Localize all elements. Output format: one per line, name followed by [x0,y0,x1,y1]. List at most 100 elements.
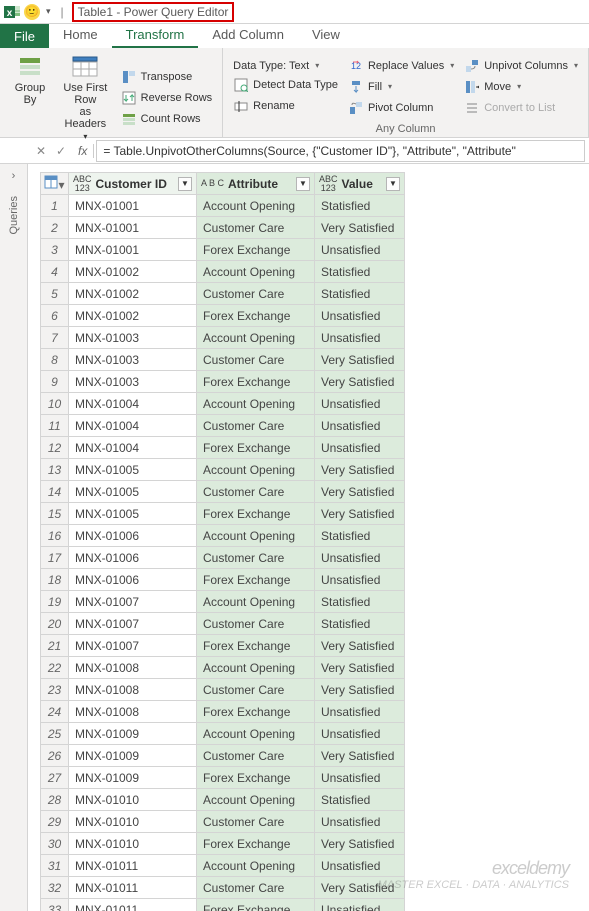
count-rows-button[interactable]: Count Rows [119,110,215,128]
row-number[interactable]: 27 [41,767,69,789]
table-row[interactable]: 10MNX-01004Account OpeningUnsatisfied [41,393,405,415]
table-row[interactable]: 31MNX-01011Account OpeningUnsatisfied [41,855,405,877]
cell-customer-id[interactable]: MNX-01003 [69,327,197,349]
cell-value[interactable]: Statisfied [315,613,405,635]
row-number[interactable]: 14 [41,481,69,503]
table-row[interactable]: 17MNX-01006Customer CareUnsatisfied [41,547,405,569]
cell-attribute[interactable]: Account Opening [197,855,315,877]
row-number[interactable]: 9 [41,371,69,393]
cell-attribute[interactable]: Account Opening [197,789,315,811]
row-number[interactable]: 33 [41,899,69,911]
filter-dropdown-icon[interactable]: ▼ [296,177,310,191]
cell-attribute[interactable]: Account Opening [197,459,315,481]
row-number[interactable]: 30 [41,833,69,855]
queries-panel[interactable]: › Queries [0,164,28,911]
cell-customer-id[interactable]: MNX-01006 [69,547,197,569]
cell-attribute[interactable]: Customer Care [197,415,315,437]
table-row[interactable]: 6MNX-01002Forex ExchangeUnsatisfied [41,305,405,327]
cell-customer-id[interactable]: MNX-01003 [69,371,197,393]
cell-value[interactable]: Very Satisfied [315,877,405,899]
table-row[interactable]: 25MNX-01009Account OpeningUnsatisfied [41,723,405,745]
qat-dropdown-icon[interactable]: ▾ [44,6,53,17]
table-row[interactable]: 2MNX-01001Customer CareVery Satisfied [41,217,405,239]
cell-attribute[interactable]: Account Opening [197,591,315,613]
cell-value[interactable]: Statisfied [315,195,405,217]
table-row[interactable]: 13MNX-01005Account OpeningVery Satisfied [41,459,405,481]
cell-value[interactable]: Unsatisfied [315,305,405,327]
cell-attribute[interactable]: Forex Exchange [197,833,315,855]
table-row[interactable]: 26MNX-01009Customer CareVery Satisfied [41,745,405,767]
table-icon-header[interactable]: ▾ [41,173,69,195]
cell-customer-id[interactable]: MNX-01008 [69,679,197,701]
col-header-attribute[interactable]: A B C Attribute ▼ [197,173,315,195]
cell-attribute[interactable]: Account Opening [197,327,315,349]
cell-customer-id[interactable]: MNX-01008 [69,657,197,679]
cell-value[interactable]: Very Satisfied [315,217,405,239]
cell-attribute[interactable]: Forex Exchange [197,305,315,327]
cell-value[interactable]: Very Satisfied [315,635,405,657]
cell-attribute[interactable]: Customer Care [197,877,315,899]
move-button[interactable]: Move▾ [462,78,580,96]
formula-cancel-icon[interactable]: ✕ [32,142,50,160]
row-number[interactable]: 16 [41,525,69,547]
cell-attribute[interactable]: Customer Care [197,613,315,635]
cell-attribute[interactable]: Customer Care [197,349,315,371]
cell-customer-id[interactable]: MNX-01005 [69,481,197,503]
table-row[interactable]: 16MNX-01006Account OpeningStatisfied [41,525,405,547]
col-header-value[interactable]: ABC 123 Value ▼ [315,173,405,195]
cell-customer-id[interactable]: MNX-01004 [69,415,197,437]
pivot-column-button[interactable]: Pivot Column [346,99,456,117]
reverse-rows-button[interactable]: Reverse Rows [119,89,215,107]
cell-attribute[interactable]: Account Opening [197,657,315,679]
cell-customer-id[interactable]: MNX-01011 [69,877,197,899]
cell-value[interactable]: Statisfied [315,283,405,305]
row-number[interactable]: 8 [41,349,69,371]
table-row[interactable]: 4MNX-01002Account OpeningStatisfied [41,261,405,283]
table-row[interactable]: 5MNX-01002Customer CareStatisfied [41,283,405,305]
cell-value[interactable]: Unsatisfied [315,239,405,261]
cell-customer-id[interactable]: MNX-01010 [69,789,197,811]
row-number[interactable]: 19 [41,591,69,613]
table-row[interactable]: 33MNX-01011Forex ExchangeUnsatisfied [41,899,405,911]
cell-value[interactable]: Very Satisfied [315,833,405,855]
cell-attribute[interactable]: Customer Care [197,547,315,569]
row-number[interactable]: 23 [41,679,69,701]
cell-attribute[interactable]: Forex Exchange [197,899,315,911]
cell-customer-id[interactable]: MNX-01001 [69,239,197,261]
cell-customer-id[interactable]: MNX-01002 [69,261,197,283]
cell-customer-id[interactable]: MNX-01003 [69,349,197,371]
row-number[interactable]: 13 [41,459,69,481]
table-row[interactable]: 18MNX-01006Forex ExchangeUnsatisfied [41,569,405,591]
cell-customer-id[interactable]: MNX-01005 [69,459,197,481]
cell-customer-id[interactable]: MNX-01001 [69,195,197,217]
row-number[interactable]: 21 [41,635,69,657]
cell-value[interactable]: Unsatisfied [315,855,405,877]
table-row[interactable]: 3MNX-01001Forex ExchangeUnsatisfied [41,239,405,261]
row-number[interactable]: 7 [41,327,69,349]
cell-value[interactable]: Statisfied [315,525,405,547]
table-row[interactable]: 27MNX-01009Forex ExchangeUnsatisfied [41,767,405,789]
cell-attribute[interactable]: Customer Care [197,217,315,239]
cell-attribute[interactable]: Account Opening [197,525,315,547]
col-header-customer-id[interactable]: ABC 123 Customer ID ▼ [69,173,197,195]
cell-customer-id[interactable]: MNX-01005 [69,503,197,525]
detect-data-type-button[interactable]: Detect Data Type [231,76,340,94]
table-row[interactable]: 19MNX-01007Account OpeningStatisfied [41,591,405,613]
cell-value[interactable]: Very Satisfied [315,349,405,371]
formula-input[interactable]: = Table.UnpivotOtherColumns(Source, {"Cu… [96,140,585,162]
table-row[interactable]: 29MNX-01010Customer CareUnsatisfied [41,811,405,833]
table-row[interactable]: 12MNX-01004Forex ExchangeUnsatisfied [41,437,405,459]
cell-customer-id[interactable]: MNX-01001 [69,217,197,239]
table-row[interactable]: 7MNX-01003Account OpeningUnsatisfied [41,327,405,349]
group-by-button[interactable]: Group By [8,52,52,144]
row-number[interactable]: 3 [41,239,69,261]
tab-add-column[interactable]: Add Column [198,23,298,48]
row-number[interactable]: 12 [41,437,69,459]
table-row[interactable]: 23MNX-01008Customer CareVery Satisfied [41,679,405,701]
row-number[interactable]: 18 [41,569,69,591]
row-number[interactable]: 17 [41,547,69,569]
cell-value[interactable]: Unsatisfied [315,723,405,745]
tab-transform[interactable]: Transform [112,23,199,48]
cell-customer-id[interactable]: MNX-01011 [69,899,197,911]
formula-accept-icon[interactable]: ✓ [52,142,70,160]
